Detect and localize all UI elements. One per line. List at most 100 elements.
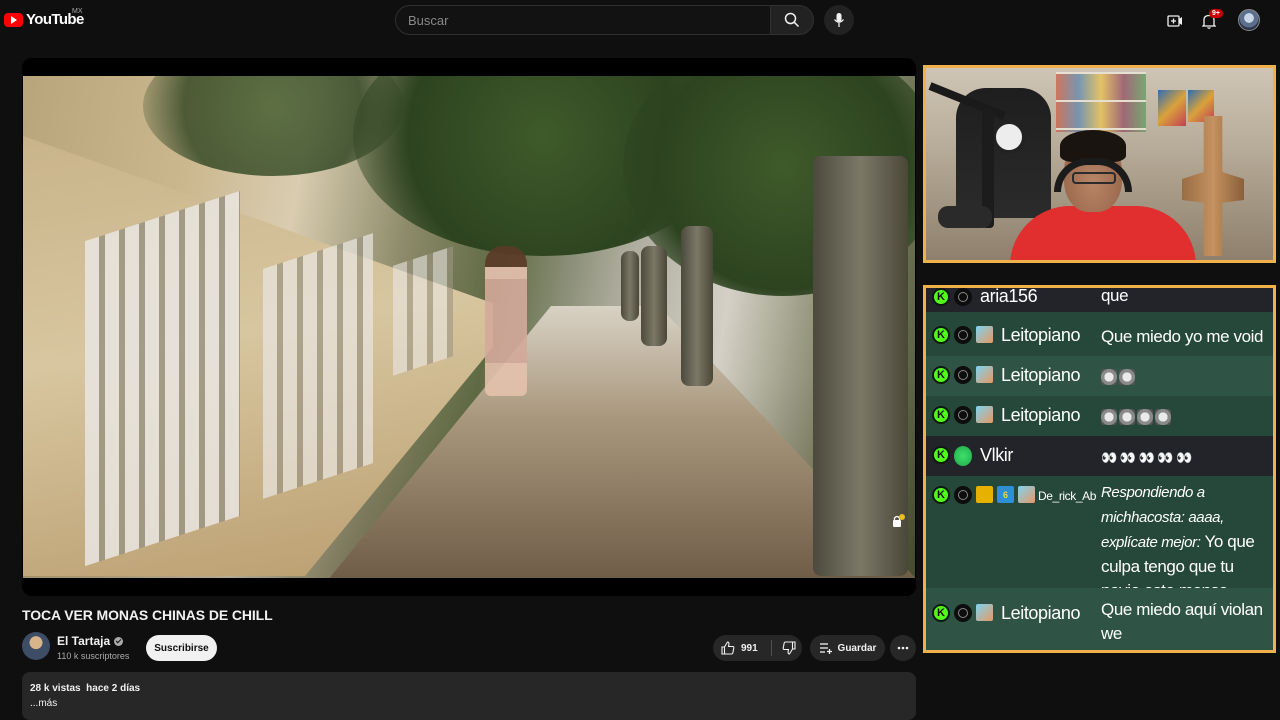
dislike-button[interactable] [775,635,802,661]
search-button[interactable] [770,5,814,35]
channel-avatar[interactable] [22,632,50,660]
like-count: 991 [741,642,758,654]
tree-trunk [681,226,713,386]
verified-check-icon [114,636,124,646]
more-actions-button[interactable] [890,635,916,661]
save-button[interactable]: Guardar [810,635,885,661]
upload-date: hace 2 días [86,683,141,694]
kick-badge-icon: K [932,486,950,504]
thumbs-up-icon [721,641,735,655]
user-badge-icon [954,366,972,384]
gifter-badge-icon [976,604,993,621]
thumbs-down-icon [782,641,796,655]
tree-trunk [621,251,639,321]
wall-panel [393,246,453,376]
jacket-patch [992,120,1026,154]
chat-username: Leitopiano [1001,325,1081,345]
cat-tree [1182,116,1244,256]
description-box[interactable]: 28 k vistas hace 2 días ...más [22,672,916,720]
crown-badge-icon [976,486,993,503]
user-badge-icon [954,288,972,306]
chat-emotes [1101,404,1267,428]
channel-name[interactable]: El Tartaja [57,634,110,648]
chat-username: Leitopiano [1001,405,1081,425]
wall-poster [1158,90,1186,126]
kick-badge-icon: K [932,406,950,424]
red-shirt [1010,206,1196,260]
top-bar: YouTube MX 9+ [0,0,1280,42]
subscribe-button[interactable]: Suscribirse [146,635,217,661]
microphone [938,206,992,228]
user-badge-icon [954,406,972,424]
glasses [1072,172,1116,184]
chat-username: Leitopiano [1001,365,1081,385]
tree-trunk [641,246,667,346]
microphone-icon [833,13,845,27]
create-button[interactable] [1164,10,1186,32]
wall-panel [263,233,373,499]
channel-name-row[interactable]: El Tartaja [57,634,124,648]
save-label: Guardar [837,642,877,654]
youtube-logo[interactable]: YouTube MX [4,8,84,28]
view-count: 28 k vistas [30,683,81,694]
walking-woman [485,246,527,396]
chat-emotes: 👀 👀 👀 👀 👀 [1101,445,1267,470]
chat-emotes [1101,364,1267,388]
user-badge-icon [954,604,972,622]
save-playlist-icon [819,643,832,654]
chat-text: Que miedo yo me void [1101,327,1264,346]
chat-text: Que miedo aquí violan we [1101,600,1263,643]
account-avatar[interactable] [1238,9,1260,31]
gifter-badge-icon [976,406,993,423]
eyes-emoji: 👀 [1138,450,1155,465]
chat-message: K aria156 que [926,286,1273,312]
chat-message: K Vlkir 👀 👀 👀 👀 👀 [926,436,1273,476]
notification-count-badge: 9+ [1209,9,1223,18]
chat-text: que [1101,286,1129,305]
search-icon [784,12,800,28]
collectibles-shelf [1056,72,1146,132]
eyes-emoji: 👀 [1101,450,1117,465]
eyes-emoji: 👀 [1176,450,1192,465]
kick-badge-icon: K [932,604,950,622]
chat-reply-message: Respondiendo a michhacosta: aaaa, explíc… [1101,480,1267,603]
cat-emote [1119,368,1135,385]
voice-search-button[interactable] [824,5,854,35]
create-video-icon [1167,15,1182,27]
chat-message: K Leitopiano [926,396,1273,436]
supporter-heart-icon [954,446,972,466]
eyes-emoji: 👀 [1119,450,1136,465]
chat-message: K 6 De_rick_Ab Respondiendo a michhacost… [926,476,1273,600]
more-horizontal-icon [897,646,909,650]
like-button[interactable]: 991 [713,635,768,661]
chat-message: K Leitopiano Que miedo aquí violan we [926,588,1273,650]
video-player[interactable] [22,58,916,596]
search-input[interactable] [396,6,770,34]
kick-badge-icon: K [932,366,950,384]
gifter-badge-icon [976,326,993,343]
show-more-link[interactable]: ...más [30,698,908,709]
cat-emote [1137,408,1153,425]
subscriber-count: 110 k suscriptores [57,651,130,661]
cat-emote [1155,408,1171,425]
user-badge-icon [954,326,972,344]
eyes-emoji: 👀 [1157,450,1174,465]
chat-username: aria156 [980,286,1038,306]
kick-chat-overlay: K aria156 que K Leitopiano Que miedo yo … [923,285,1276,653]
cat-emote [1119,408,1135,425]
streamer-webcam [923,65,1276,263]
like-divider [771,640,772,656]
video-frame[interactable] [23,76,915,578]
kick-badge-icon: K [932,288,950,306]
chat-badges: K [932,288,972,318]
cat-emote [1101,408,1117,425]
description-stats: 28 k vistas hace 2 días [30,683,908,694]
subscriber-badge-icon: 6 [997,486,1014,503]
chat-message: K Leitopiano [926,356,1273,396]
tree-trunk [813,156,908,576]
chat-username: De_rick_Ab [1038,489,1097,503]
chat-message: K Leitopiano Que miedo yo me void [926,318,1273,356]
wall-panel [85,190,240,567]
gifter-badge-icon [976,366,993,383]
like-dislike-group: 991 [713,635,802,661]
